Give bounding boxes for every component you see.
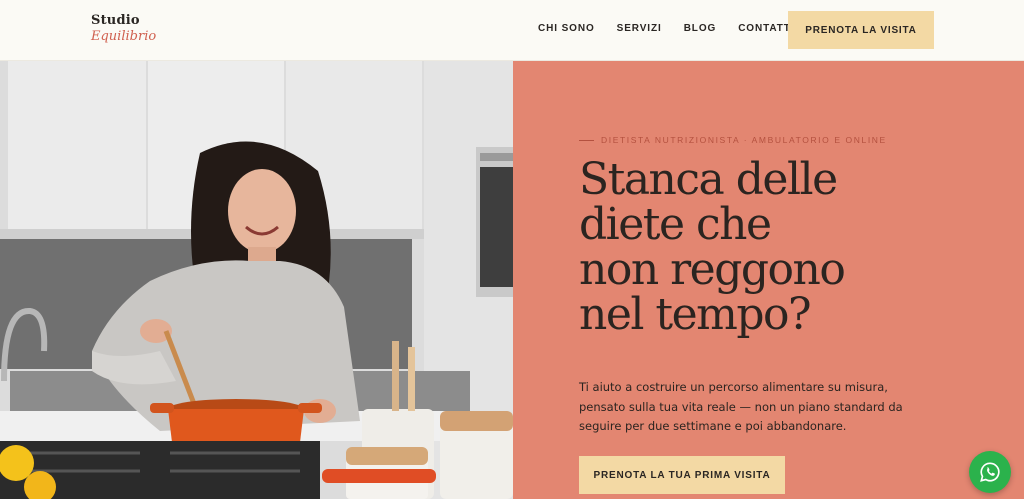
hero-subtext: Ti aiuto a costruire un percorso aliment… — [579, 380, 903, 433]
eyebrow-text: DIETISTA NUTRIZIONISTA · AMBULATORIO E O… — [601, 135, 887, 145]
nav-servizi[interactable]: SERVIZI — [617, 23, 662, 34]
hero-panel: DIETISTA NUTRIZIONISTA · AMBULATORIO E O… — [513, 61, 1024, 499]
whatsapp-icon — [980, 462, 1000, 482]
book-visit-button[interactable]: PRENOTA LA VISITA — [788, 11, 934, 49]
nav-blog[interactable]: BLOG — [684, 23, 717, 34]
logo-equilibrio: Equilibrio — [91, 29, 157, 44]
whatsapp-chat-button[interactable] — [969, 451, 1011, 493]
headline-line-3: non reggono — [579, 244, 846, 295]
nav-chi-sono[interactable]: CHI SONO — [538, 23, 595, 34]
nav-contatti[interactable]: CONTATTI — [738, 23, 794, 34]
logo-studio: Studio — [91, 13, 140, 28]
woman-cooking-photo — [0, 61, 513, 499]
headline-line-2: diete che — [579, 199, 772, 250]
book-first-visit-button[interactable]: PRENOTA LA TUA PRIMA VISITA — [579, 456, 785, 494]
headline-line-1: Stanca delle — [579, 154, 838, 205]
eyebrow-dash — [579, 139, 594, 141]
logo[interactable]: Studio Equilibrio — [91, 14, 156, 43]
site-header: Studio Equilibrio CHI SONO SERVIZI BLOG … — [0, 0, 1024, 61]
hero-photo — [0, 61, 513, 499]
headline-line-4: nel tempo? — [579, 289, 812, 340]
hero-headline: Stanca delle diete che non reggono nel t… — [579, 157, 999, 337]
main-nav: CHI SONO SERVIZI BLOG CONTATTI — [538, 23, 794, 34]
hero-eyebrow: DIETISTA NUTRIZIONISTA · AMBULATORIO E O… — [579, 135, 887, 145]
